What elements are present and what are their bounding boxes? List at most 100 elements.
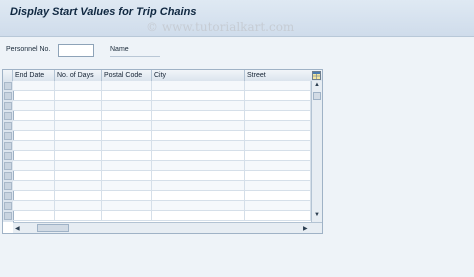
table-cell[interactable] bbox=[102, 211, 152, 221]
row-selector-button[interactable] bbox=[4, 92, 12, 100]
table-cell[interactable] bbox=[102, 81, 152, 91]
table-cell[interactable] bbox=[245, 91, 311, 101]
table-cell[interactable] bbox=[102, 91, 152, 101]
table-cell[interactable] bbox=[13, 201, 55, 211]
table-cell[interactable] bbox=[152, 91, 245, 101]
table-cell[interactable] bbox=[102, 121, 152, 131]
row-selector-button[interactable] bbox=[4, 172, 12, 180]
table-cell[interactable] bbox=[13, 151, 55, 161]
table-cell[interactable] bbox=[55, 131, 102, 141]
scroll-right-icon[interactable]: ▶ bbox=[303, 225, 308, 232]
table-cell[interactable] bbox=[102, 141, 152, 151]
table-cell[interactable] bbox=[55, 211, 102, 221]
table-cell[interactable] bbox=[55, 191, 102, 201]
table-cell[interactable] bbox=[245, 161, 311, 171]
horizontal-scroll-thumb[interactable] bbox=[37, 224, 69, 232]
table-cell[interactable] bbox=[152, 101, 245, 111]
table-cell[interactable] bbox=[102, 111, 152, 121]
table-cell[interactable] bbox=[55, 91, 102, 101]
table-cell[interactable] bbox=[13, 191, 55, 201]
row-selector-button[interactable] bbox=[4, 212, 12, 220]
table-cell[interactable] bbox=[55, 141, 102, 151]
table-row[interactable] bbox=[13, 101, 311, 111]
column-header-postal-code[interactable]: Postal Code bbox=[102, 70, 152, 81]
table-cell[interactable] bbox=[55, 101, 102, 111]
table-cell[interactable] bbox=[152, 171, 245, 181]
table-cell[interactable] bbox=[245, 81, 311, 91]
row-selector-button[interactable] bbox=[4, 132, 12, 140]
table-row[interactable] bbox=[13, 211, 311, 221]
table-cell[interactable] bbox=[102, 171, 152, 181]
table-cell[interactable] bbox=[102, 131, 152, 141]
table-cell[interactable] bbox=[152, 201, 245, 211]
table-cell[interactable] bbox=[13, 111, 55, 121]
table-cell[interactable] bbox=[152, 111, 245, 121]
select-all-cell[interactable] bbox=[3, 70, 13, 81]
table-cell[interactable] bbox=[55, 111, 102, 121]
table-row[interactable] bbox=[13, 161, 311, 171]
column-header-end-date[interactable]: End Date bbox=[13, 70, 55, 81]
personnel-no-input[interactable] bbox=[58, 44, 94, 57]
table-cell[interactable] bbox=[245, 201, 311, 211]
table-cell[interactable] bbox=[245, 101, 311, 111]
table-cell[interactable] bbox=[152, 181, 245, 191]
table-row[interactable] bbox=[13, 111, 311, 121]
vertical-scrollbar[interactable]: ▲ ▼ bbox=[311, 81, 322, 222]
table-cell[interactable] bbox=[152, 211, 245, 221]
horizontal-scrollbar[interactable]: ◀ ▶ bbox=[13, 222, 322, 233]
row-selector-button[interactable] bbox=[4, 202, 12, 210]
table-cell[interactable] bbox=[152, 161, 245, 171]
table-cell[interactable] bbox=[152, 121, 245, 131]
table-row[interactable] bbox=[13, 181, 311, 191]
table-cell[interactable] bbox=[102, 201, 152, 211]
row-selector-button[interactable] bbox=[4, 82, 12, 90]
table-cell[interactable] bbox=[102, 191, 152, 201]
table-cell[interactable] bbox=[13, 141, 55, 151]
table-cell[interactable] bbox=[245, 171, 311, 181]
table-cell[interactable] bbox=[13, 91, 55, 101]
table-cell[interactable] bbox=[152, 81, 245, 91]
table-row[interactable] bbox=[13, 201, 311, 211]
row-selector-button[interactable] bbox=[4, 162, 12, 170]
scroll-left-icon[interactable]: ◀ bbox=[15, 225, 20, 232]
table-cell[interactable] bbox=[245, 191, 311, 201]
table-row[interactable] bbox=[13, 121, 311, 131]
table-cell[interactable] bbox=[13, 81, 55, 91]
row-selector-button[interactable] bbox=[4, 142, 12, 150]
table-row[interactable] bbox=[13, 81, 311, 91]
table-cell[interactable] bbox=[13, 211, 55, 221]
vertical-scroll-thumb[interactable] bbox=[313, 92, 321, 100]
table-cell[interactable] bbox=[13, 161, 55, 171]
table-cell[interactable] bbox=[152, 151, 245, 161]
table-cell[interactable] bbox=[13, 131, 55, 141]
table-row[interactable] bbox=[13, 141, 311, 151]
table-cell[interactable] bbox=[13, 171, 55, 181]
table-cell[interactable] bbox=[245, 151, 311, 161]
table-row[interactable] bbox=[13, 171, 311, 181]
row-selector-button[interactable] bbox=[4, 102, 12, 110]
table-cell[interactable] bbox=[13, 121, 55, 131]
column-header-city[interactable]: City bbox=[152, 70, 245, 81]
table-row[interactable] bbox=[13, 191, 311, 201]
table-cell[interactable] bbox=[102, 151, 152, 161]
table-cell[interactable] bbox=[152, 131, 245, 141]
scroll-up-icon[interactable]: ▲ bbox=[314, 82, 320, 88]
table-cell[interactable] bbox=[102, 161, 152, 171]
table-cell[interactable] bbox=[245, 121, 311, 131]
table-cell[interactable] bbox=[13, 101, 55, 111]
table-cell[interactable] bbox=[55, 181, 102, 191]
table-cell[interactable] bbox=[245, 211, 311, 221]
table-cell[interactable] bbox=[55, 171, 102, 181]
table-row[interactable] bbox=[13, 151, 311, 161]
table-cell[interactable] bbox=[102, 181, 152, 191]
table-cell[interactable] bbox=[55, 81, 102, 91]
row-selector-button[interactable] bbox=[4, 112, 12, 120]
table-cell[interactable] bbox=[152, 141, 245, 151]
table-cell[interactable] bbox=[152, 191, 245, 201]
table-cell[interactable] bbox=[245, 131, 311, 141]
table-cell[interactable] bbox=[55, 161, 102, 171]
table-cell[interactable] bbox=[245, 111, 311, 121]
table-cell[interactable] bbox=[55, 151, 102, 161]
table-row[interactable] bbox=[13, 91, 311, 101]
row-selector-button[interactable] bbox=[4, 152, 12, 160]
